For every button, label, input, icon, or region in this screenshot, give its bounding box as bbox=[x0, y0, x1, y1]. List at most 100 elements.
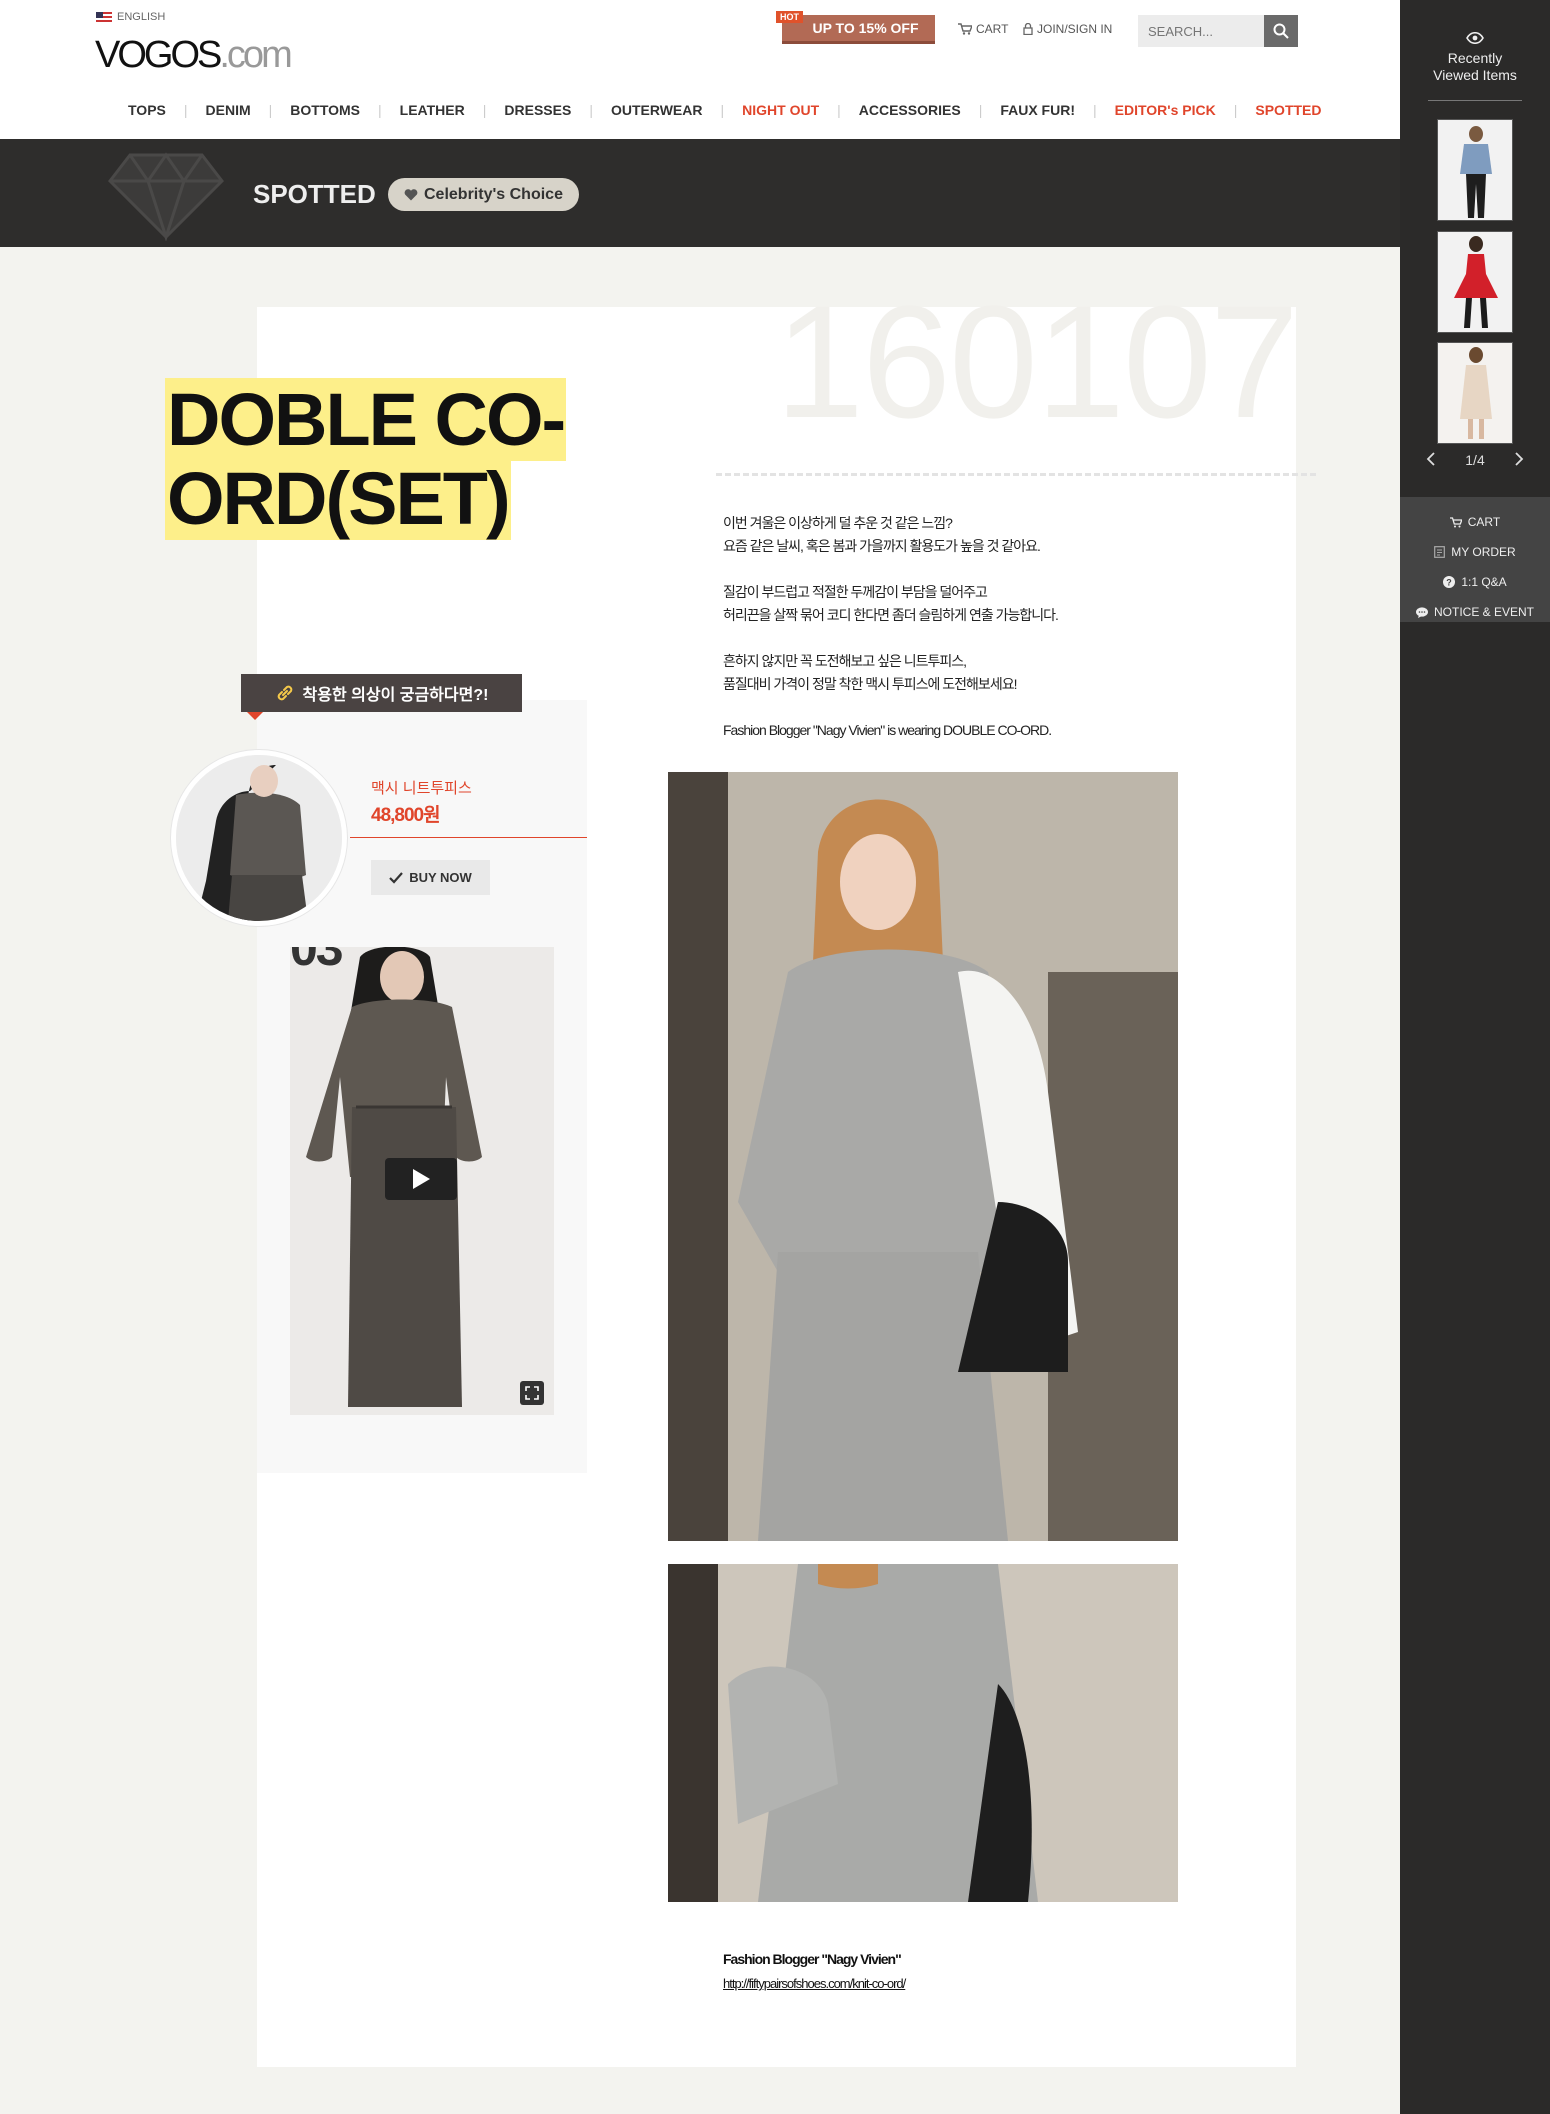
eye-icon bbox=[1466, 32, 1484, 44]
sidebar-divider bbox=[1428, 100, 1522, 101]
section-banner: SPOTTED Celebrity's Choice bbox=[0, 139, 1400, 247]
badge-label: Celebrity's Choice bbox=[424, 185, 563, 203]
svg-text:?: ? bbox=[1447, 577, 1453, 587]
video-number: 03 bbox=[290, 947, 344, 976]
lock-icon bbox=[1023, 23, 1033, 35]
fullscreen-button[interactable] bbox=[520, 1381, 544, 1405]
desc-line: 허리끈을 살짝 묶어 코디 한다면 좀더 슬림하게 연출 가능합니다. bbox=[723, 607, 1059, 623]
chat-icon bbox=[1415, 606, 1428, 618]
title-line-2: ORD(SET) bbox=[165, 457, 511, 540]
product-video[interactable]: 03 bbox=[290, 947, 554, 1415]
blogger-photo-1 bbox=[668, 772, 1178, 1541]
sidebar-qna-label: 1:1 Q&A bbox=[1461, 575, 1507, 589]
buy-now-button[interactable]: BUY NOW bbox=[371, 860, 490, 895]
promo-banner[interactable]: HOT UP TO 15% OFF bbox=[776, 11, 935, 44]
sidebar-cart-link[interactable]: CART bbox=[1400, 507, 1550, 537]
site-header: ENGLISH VOGOS.com HOT UP TO 15% OFF CART… bbox=[0, 0, 1400, 139]
post-title: DOBLE CO- ORD(SET) bbox=[165, 378, 566, 540]
desc-line: 이번 겨울은 이상하게 덜 추운 것 같은 느낌? bbox=[723, 515, 953, 531]
recently-viewed-header: Recently Viewed Items bbox=[1400, 32, 1550, 84]
expand-icon bbox=[525, 1386, 539, 1400]
play-icon bbox=[413, 1169, 430, 1189]
desc-paragraph: 흔하지 않지만 꼭 도전해보고 싶은 니트투피스, 품질대비 가격이 정말 착한… bbox=[723, 650, 1123, 696]
recent-item-image bbox=[1438, 343, 1512, 443]
recently-viewed-title-1: Recently bbox=[1447, 50, 1503, 66]
main-nav: TOPS | DENIM | BOTTOMS | LEATHER | DRESSES | … bbox=[110, 102, 1340, 118]
logo-brand: VOGOS bbox=[95, 34, 222, 76]
recent-item-image bbox=[1438, 120, 1512, 220]
language-label: ENGLISH bbox=[117, 11, 166, 23]
nav-leather[interactable]: LEATHER bbox=[382, 102, 483, 118]
play-button[interactable] bbox=[385, 1158, 457, 1200]
date-watermark: 160107 bbox=[775, 282, 1295, 442]
cart-icon bbox=[958, 23, 972, 35]
source-link[interactable]: http://fiftypairsofshoes.com/knit-co-ord… bbox=[723, 1976, 906, 1991]
desc-line: Fashion Blogger "Nagy Vivien" is wearing… bbox=[723, 722, 1052, 738]
hot-badge: HOT bbox=[776, 11, 803, 23]
product-image bbox=[176, 755, 342, 921]
ribbon-text: 착용한 의상이 궁금하다면?! bbox=[302, 687, 489, 704]
price-divider bbox=[350, 837, 587, 838]
cart-label: CART bbox=[976, 22, 1009, 36]
product-name[interactable]: 맥시 니트투피스 bbox=[371, 777, 472, 798]
nav-denim[interactable]: DENIM bbox=[188, 102, 269, 118]
nav-bottoms[interactable]: BOTTOMS bbox=[272, 102, 378, 118]
nav-outerwear[interactable]: OUTERWEAR bbox=[593, 102, 721, 118]
sidebar-notice-label: NOTICE & EVENT bbox=[1433, 605, 1534, 619]
nav-editors-pick[interactable]: EDITOR's PICK bbox=[1097, 102, 1234, 118]
desc-line: 흔하지 않지만 꼭 도전해보고 싶은 니트투피스, bbox=[723, 653, 967, 669]
photo-credit: Fashion Blogger "Nagy Vivien" bbox=[723, 1951, 902, 1967]
title-line-1: DOBLE CO- bbox=[165, 378, 566, 461]
nav-faux-fur[interactable]: FAUX FUR! bbox=[982, 102, 1093, 118]
promo-text: UP TO 15% OFF bbox=[812, 20, 919, 36]
chevron-left-icon[interactable] bbox=[1426, 452, 1436, 466]
recent-item-thumb[interactable] bbox=[1437, 231, 1513, 333]
link-icon bbox=[277, 685, 292, 701]
desc-line: 요즘 같은 날씨, 혹은 봄과 가을까지 활용도가 높을 것 같아요. bbox=[723, 538, 1041, 554]
recent-item-thumb[interactable] bbox=[1437, 119, 1513, 221]
desc-line: 질감이 부드럽고 적절한 두께감이 부담을 덜어주고 bbox=[723, 584, 988, 600]
sidebar-notice-link[interactable]: NOTICE & EVENT bbox=[1400, 597, 1550, 627]
nav-night-out[interactable]: NIGHT OUT bbox=[724, 102, 837, 118]
sidebar-my-order-link[interactable]: MY ORDER bbox=[1400, 537, 1550, 567]
logo-domain: .com bbox=[219, 34, 292, 76]
language-selector[interactable]: ENGLISH bbox=[96, 11, 165, 23]
chevron-right-icon[interactable] bbox=[1514, 452, 1524, 466]
desc-paragraph: Fashion Blogger "Nagy Vivien" is wearing… bbox=[723, 719, 1123, 742]
blogger-photo-2 bbox=[668, 1564, 1178, 1902]
search-icon bbox=[1273, 23, 1289, 39]
blogger-photo-detail-image bbox=[668, 1564, 1178, 1902]
question-icon: ? bbox=[1443, 576, 1456, 588]
diamond-icon bbox=[108, 152, 224, 241]
nav-accessories[interactable]: ACCESSORIES bbox=[841, 102, 979, 118]
search-input[interactable] bbox=[1138, 15, 1264, 47]
recently-viewed-title-2: Viewed Items bbox=[1433, 67, 1517, 83]
sidebar-qna-link[interactable]: ? 1:1 Q&A bbox=[1400, 567, 1550, 597]
site-logo[interactable]: VOGOS.com bbox=[95, 34, 293, 77]
product-thumbnail[interactable] bbox=[171, 750, 347, 926]
join-label: JOIN/SIGN IN bbox=[1037, 22, 1113, 36]
search-button[interactable] bbox=[1264, 15, 1298, 47]
nav-spotted[interactable]: SPOTTED bbox=[1237, 102, 1339, 118]
desc-paragraph: 질감이 부드럽고 적절한 두께감이 부담을 덜어주고 허리끈을 살짝 묶어 코디… bbox=[723, 581, 1123, 627]
recent-item-thumb[interactable] bbox=[1437, 342, 1513, 444]
post-description: 이번 겨울은 이상하게 덜 추운 것 같은 느낌? 요즘 같은 날씨, 혹은 봄… bbox=[723, 512, 1123, 765]
recent-item-image bbox=[1438, 232, 1512, 332]
nav-tops[interactable]: TOPS bbox=[110, 102, 184, 118]
us-flag-icon bbox=[96, 12, 112, 22]
checkmark-icon bbox=[389, 871, 404, 884]
sidebar-cart-label: CART bbox=[1467, 515, 1501, 529]
sidebar-menu: CART MY ORDER ? 1:1 Q&A NOTICE & EVENT bbox=[1400, 497, 1550, 622]
product-ribbon: 착용한 의상이 궁금하다면?! bbox=[241, 674, 522, 720]
heart-icon bbox=[404, 188, 418, 200]
join-signin-link[interactable]: JOIN/SIGN IN bbox=[1023, 22, 1112, 36]
section-title: SPOTTED bbox=[253, 179, 376, 209]
right-sidebar: Recently Viewed Items 1/4 CART MY ORDER … bbox=[1400, 0, 1550, 2114]
page-indicator: 1/4 bbox=[1465, 452, 1485, 468]
nav-dresses[interactable]: DRESSES bbox=[486, 102, 589, 118]
search-box bbox=[1138, 15, 1298, 47]
blogger-photo-image bbox=[668, 772, 1178, 1541]
header-cart-link[interactable]: CART bbox=[958, 22, 1008, 36]
sidebar-my-order-label: MY ORDER bbox=[1451, 545, 1516, 559]
recent-pager: 1/4 bbox=[1400, 452, 1550, 468]
